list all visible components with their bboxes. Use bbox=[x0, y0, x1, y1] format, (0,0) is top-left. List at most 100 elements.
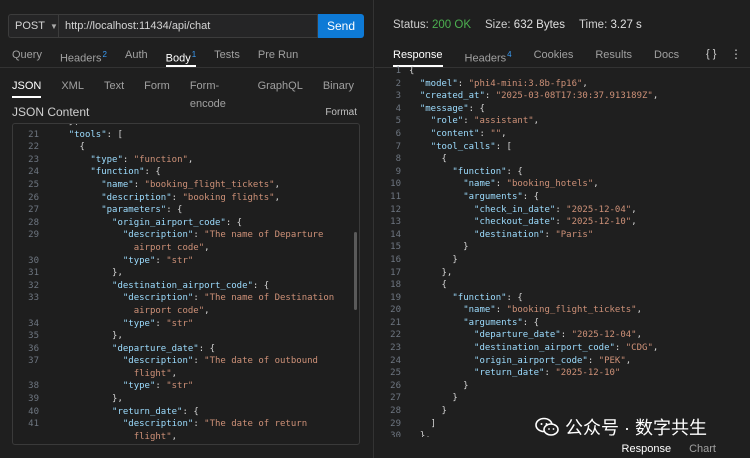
json-punct bbox=[47, 180, 101, 190]
line-number: 39 bbox=[28, 394, 39, 405]
size-label: Size: bbox=[485, 19, 511, 31]
json-string: flight" bbox=[47, 368, 172, 379]
code-line: flight", bbox=[13, 368, 334, 381]
json-punct: : bbox=[155, 255, 167, 266]
tab-pre-run[interactable]: Pre Run bbox=[258, 44, 298, 66]
line-number: 29 bbox=[28, 230, 39, 241]
line-number: 7 bbox=[395, 141, 401, 152]
json-punct: , bbox=[171, 431, 178, 442]
json-string: "function" bbox=[133, 154, 188, 165]
line-content: "model": "phi4-mini:3.8b-fp16", bbox=[401, 78, 588, 91]
json-punct: : bbox=[193, 293, 205, 304]
line-content: { bbox=[401, 279, 447, 292]
json-key: "type" bbox=[90, 154, 123, 165]
code-line: 34 "type": "str" bbox=[13, 318, 334, 331]
code-line: 15 } bbox=[383, 241, 658, 254]
body-type-binary[interactable]: Binary bbox=[323, 77, 354, 95]
json-punct: : bbox=[133, 179, 145, 190]
response-tab-label: Response bbox=[393, 49, 443, 61]
code-line: 39 }, bbox=[13, 393, 334, 406]
line-content: "arguments": { bbox=[401, 317, 539, 330]
json-key: "return_date" bbox=[112, 406, 183, 417]
body-type-text[interactable]: Text bbox=[104, 77, 124, 95]
line-content: flight", bbox=[39, 431, 177, 444]
code-line: 40 "return_date": { bbox=[13, 406, 334, 419]
json-punct: : bbox=[457, 78, 469, 89]
tab-body[interactable]: Body1 bbox=[165, 44, 196, 67]
json-punct bbox=[409, 79, 420, 89]
tab-label: Query bbox=[12, 49, 42, 61]
line-content: "description": "The name of Destination bbox=[39, 292, 334, 305]
json-punct bbox=[409, 230, 474, 240]
json-punct: , bbox=[187, 154, 194, 165]
json-punct bbox=[409, 205, 474, 215]
code-line: 27 } bbox=[383, 392, 658, 405]
json-punct bbox=[47, 167, 90, 177]
line-content: }, bbox=[39, 330, 123, 343]
response-tab-docs[interactable]: Docs bbox=[654, 44, 679, 66]
json-punct: : { bbox=[225, 217, 243, 228]
status-value: 200 OK bbox=[432, 19, 472, 31]
json-punct: : { bbox=[198, 343, 215, 354]
json-punct: : bbox=[193, 230, 205, 241]
line-content: "function": { bbox=[401, 166, 522, 179]
json-punct bbox=[409, 192, 463, 202]
json-key: "description" bbox=[122, 293, 194, 304]
response-tab-headers[interactable]: Headers4 bbox=[465, 44, 512, 66]
json-key: "description" bbox=[101, 192, 172, 203]
json-punct: } bbox=[409, 254, 458, 265]
response-tab-response[interactable]: Response bbox=[393, 44, 443, 67]
code-line: 35 }, bbox=[13, 330, 334, 343]
tab-tests[interactable]: Tests bbox=[214, 44, 240, 66]
format-button[interactable]: Format bbox=[325, 107, 357, 118]
json-punct: : bbox=[479, 128, 491, 139]
json-key: "tool_calls" bbox=[430, 141, 496, 152]
send-button[interactable]: Send bbox=[318, 14, 364, 38]
line-content: "description": "The date of return bbox=[39, 418, 307, 431]
body-type-form[interactable]: Form bbox=[144, 77, 170, 95]
line-content: "tools": [ bbox=[39, 129, 123, 142]
json-key: "checkout_date" bbox=[474, 217, 556, 228]
more-icon[interactable]: ⋮ bbox=[730, 47, 742, 61]
json-string: "str" bbox=[166, 318, 194, 329]
editor-scrollbar[interactable] bbox=[354, 232, 357, 310]
watermark-text: 公众号 · 数字共生 bbox=[565, 418, 707, 438]
response-tab-results[interactable]: Results bbox=[595, 44, 632, 66]
json-punct: }, bbox=[47, 394, 123, 405]
tab-query[interactable]: Query bbox=[12, 44, 42, 66]
json-string: flight" bbox=[47, 431, 172, 442]
json-punct: { bbox=[409, 66, 415, 76]
body-type-form-encode[interactable]: Form-encode bbox=[190, 77, 238, 110]
response-tab-cookies[interactable]: Cookies bbox=[534, 44, 574, 66]
line-content: "departure_date": { bbox=[39, 343, 215, 356]
json-punct: : bbox=[495, 179, 507, 190]
url-input[interactable]: http://localhost:11434/api/chat bbox=[58, 14, 318, 38]
tab-headers[interactable]: Headers2 bbox=[60, 44, 107, 66]
json-string: airport code" bbox=[47, 305, 205, 316]
bottom-tab-response[interactable]: Response bbox=[622, 440, 672, 458]
line-number: 26 bbox=[390, 380, 401, 391]
body-type-json[interactable]: JSON bbox=[12, 77, 42, 98]
json-body-editor[interactable]: 20 },21 "tools": [22 {23 "type": "functi… bbox=[12, 123, 360, 445]
line-content: "origin_airport_code": { bbox=[39, 217, 242, 230]
json-string: "CDG" bbox=[625, 343, 653, 354]
bottom-tab-chart[interactable]: Chart bbox=[689, 440, 716, 458]
tab-auth[interactable]: Auth bbox=[125, 44, 148, 66]
response-viewer[interactable]: 1{2 "model": "phi4-mini:3.8b-fp16", 3 "cr… bbox=[383, 65, 745, 437]
line-content: "type": "str" bbox=[39, 380, 193, 393]
line-number: 36 bbox=[28, 343, 39, 354]
line-content: }, bbox=[39, 393, 123, 406]
size-info: Size: 632 Bytes bbox=[485, 19, 565, 31]
line-number: 31 bbox=[28, 268, 39, 279]
line-number: 14 bbox=[390, 229, 401, 240]
json-key: "check_in_date" bbox=[474, 204, 556, 215]
method-select[interactable]: POST ▼ bbox=[8, 14, 58, 38]
json-punct: : bbox=[155, 381, 167, 392]
json-punct: }, bbox=[409, 267, 453, 278]
body-type-graphql[interactable]: GraphQL bbox=[258, 77, 303, 95]
json-punct bbox=[409, 330, 474, 340]
line-content: "tool_calls": [ bbox=[401, 141, 512, 154]
count-badge: 4 bbox=[507, 50, 512, 59]
braces-icon[interactable]: { } bbox=[706, 48, 716, 60]
body-type-xml[interactable]: XML bbox=[61, 77, 84, 95]
